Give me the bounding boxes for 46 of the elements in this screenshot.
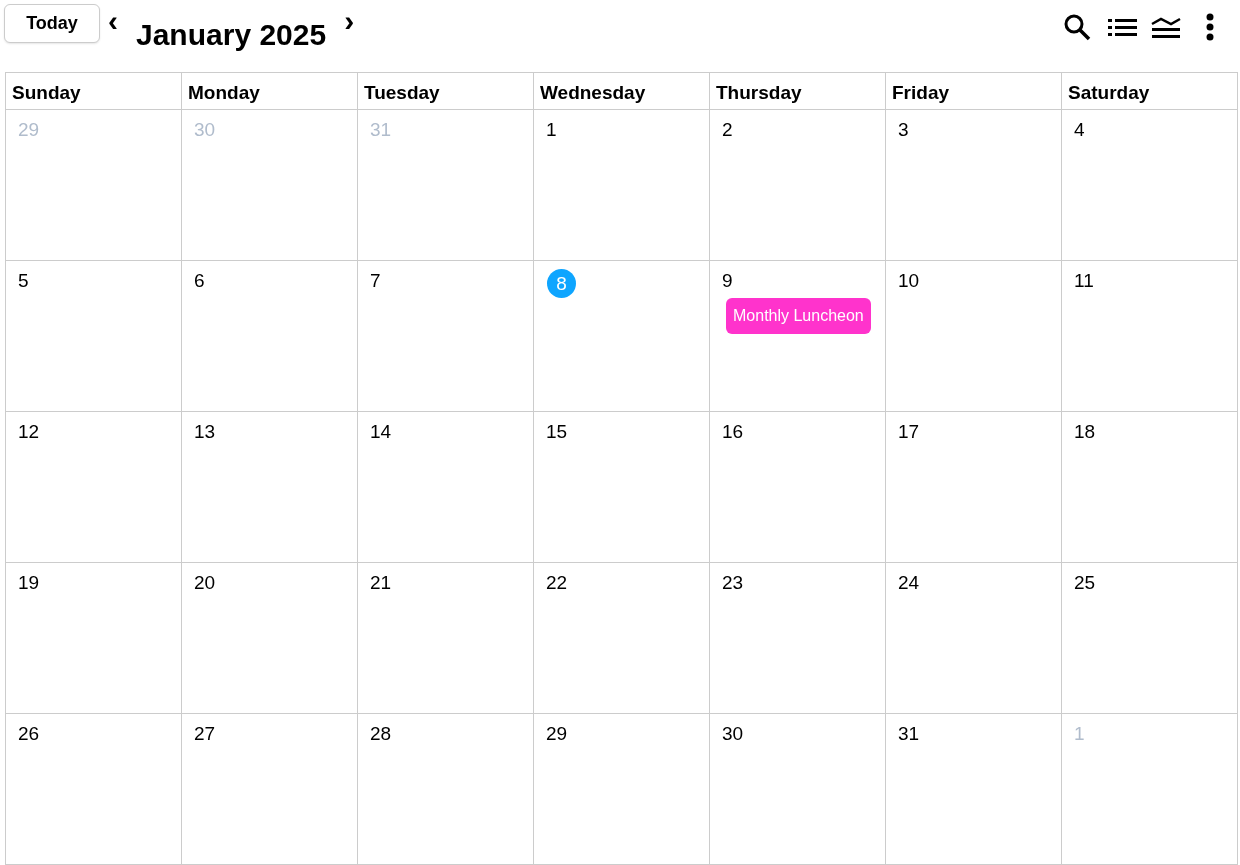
next-button[interactable]: › (336, 6, 363, 36)
month-title: January 2025 (136, 17, 327, 53)
date-number: 29 (18, 118, 40, 142)
date-number: 1 (546, 118, 557, 142)
date-number: 15 (546, 420, 568, 444)
date-number: 4 (1074, 118, 1085, 142)
date-number: 12 (18, 420, 40, 444)
date-number: 9 (722, 269, 733, 293)
weekday-header: Monday (182, 73, 358, 110)
previous-button[interactable]: ‹ (100, 6, 126, 36)
date-number: 30 (722, 722, 744, 746)
date-number: 19 (18, 571, 40, 595)
date-number: 5 (18, 269, 29, 293)
date-number: 3 (898, 118, 909, 142)
date-number: 17 (898, 420, 920, 444)
date-number: 13 (194, 420, 216, 444)
weekday-header: Saturday (1062, 73, 1238, 110)
date-number: 10 (898, 269, 920, 293)
date-number: 31 (898, 722, 920, 746)
date-number: 18 (1074, 420, 1096, 444)
date-number: 11 (1074, 269, 1094, 293)
date-number: 16 (722, 420, 744, 444)
date-number: 6 (194, 269, 205, 293)
date-number: 22 (546, 571, 568, 595)
date-number: 23 (722, 571, 744, 595)
date-number: 7 (370, 269, 381, 293)
date-number: 30 (194, 118, 216, 142)
weekday-header: Tuesday (358, 73, 534, 110)
date-number: 29 (546, 722, 568, 746)
date-number: 26 (18, 722, 40, 746)
weekday-header: Wednesday (534, 73, 710, 110)
weekday-header: Sunday (6, 73, 182, 110)
date-number: 28 (370, 722, 392, 746)
date-number: 31 (370, 118, 392, 142)
date-number: 25 (1074, 571, 1096, 595)
date-number: 27 (194, 722, 216, 746)
today-date: 8 (547, 269, 576, 298)
weekday-header: Thursday (710, 73, 886, 110)
date-number: 1 (1074, 722, 1085, 746)
date-number: 21 (370, 571, 392, 595)
today-button[interactable]: Today (4, 4, 100, 43)
date-number: 20 (194, 571, 216, 595)
date-number: 24 (898, 571, 920, 595)
date-number: 14 (370, 420, 392, 444)
date-number: 2 (722, 118, 733, 142)
weekday-header: Friday (886, 73, 1062, 110)
